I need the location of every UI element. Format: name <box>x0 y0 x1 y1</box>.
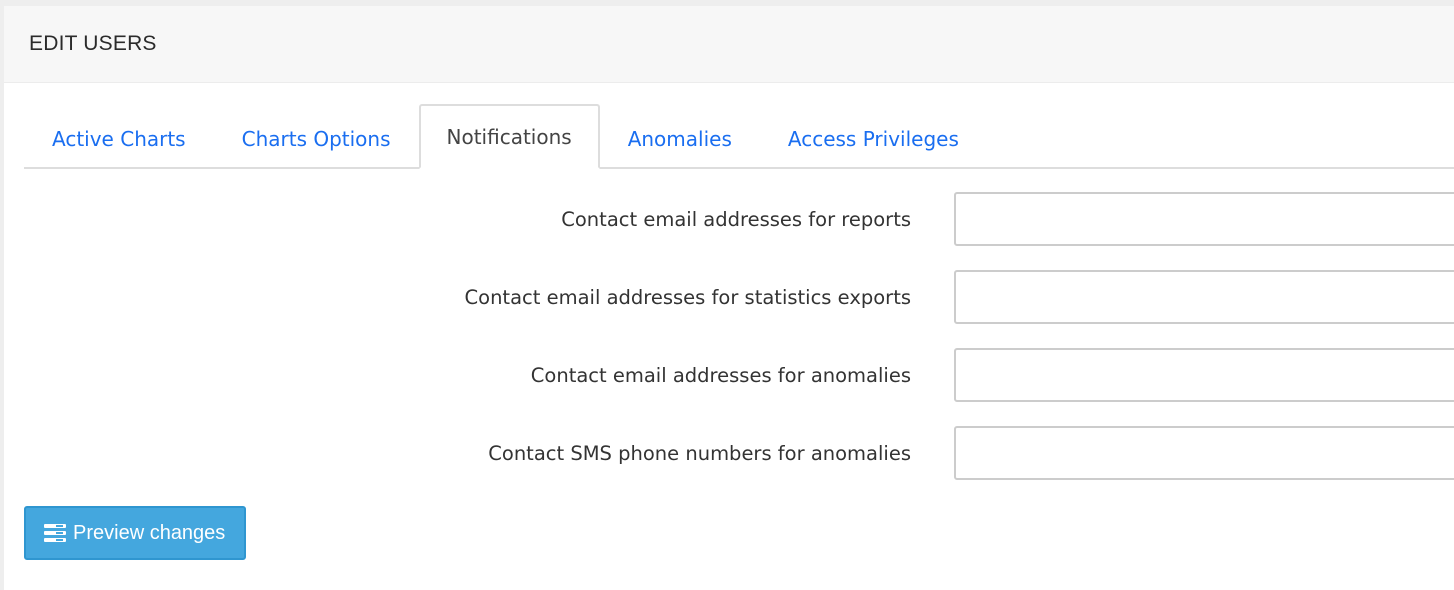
tab-anomalies[interactable]: Anomalies <box>600 106 760 169</box>
tab-notifications[interactable]: Notifications <box>418 104 600 169</box>
reports-emails-label: Contact email addresses for reports <box>561 207 911 231</box>
preview-changes-label: Preview changes <box>73 521 226 544</box>
notifications-form: Contact email addresses for reports Cont… <box>0 192 1454 504</box>
preview-changes-button[interactable]: Preview changes <box>24 506 247 560</box>
tab-access-privileges[interactable]: Access Privileges <box>760 106 987 169</box>
form-row-statistics-emails: Contact email addresses for statistics e… <box>0 270 1454 348</box>
form-row-anomalies-emails: Contact email addresses for anomalies <box>0 348 1454 426</box>
tab-active-charts[interactable]: Active Charts <box>24 106 214 169</box>
panel-title: EDIT USERS <box>29 32 157 55</box>
statistics-emails-label: Contact email addresses for statistics e… <box>464 285 911 309</box>
statistics-emails-input[interactable] <box>954 270 1454 324</box>
panel-heading: EDIT USERS <box>4 6 1454 83</box>
anomalies-sms-input[interactable] <box>954 426 1454 480</box>
anomalies-emails-input[interactable] <box>954 348 1454 402</box>
form-row-reports-emails: Contact email addresses for reports <box>0 192 1454 270</box>
list-icon <box>44 524 66 542</box>
form-row-anomalies-sms: Contact SMS phone numbers for anomalies <box>0 426 1454 504</box>
tab-bar: Active Charts Charts Options Notificatio… <box>24 102 1454 169</box>
anomalies-sms-label: Contact SMS phone numbers for anomalies <box>488 441 911 465</box>
tab-charts-options[interactable]: Charts Options <box>214 106 419 169</box>
anomalies-emails-label: Contact email addresses for anomalies <box>530 363 911 387</box>
reports-emails-input[interactable] <box>954 192 1454 246</box>
